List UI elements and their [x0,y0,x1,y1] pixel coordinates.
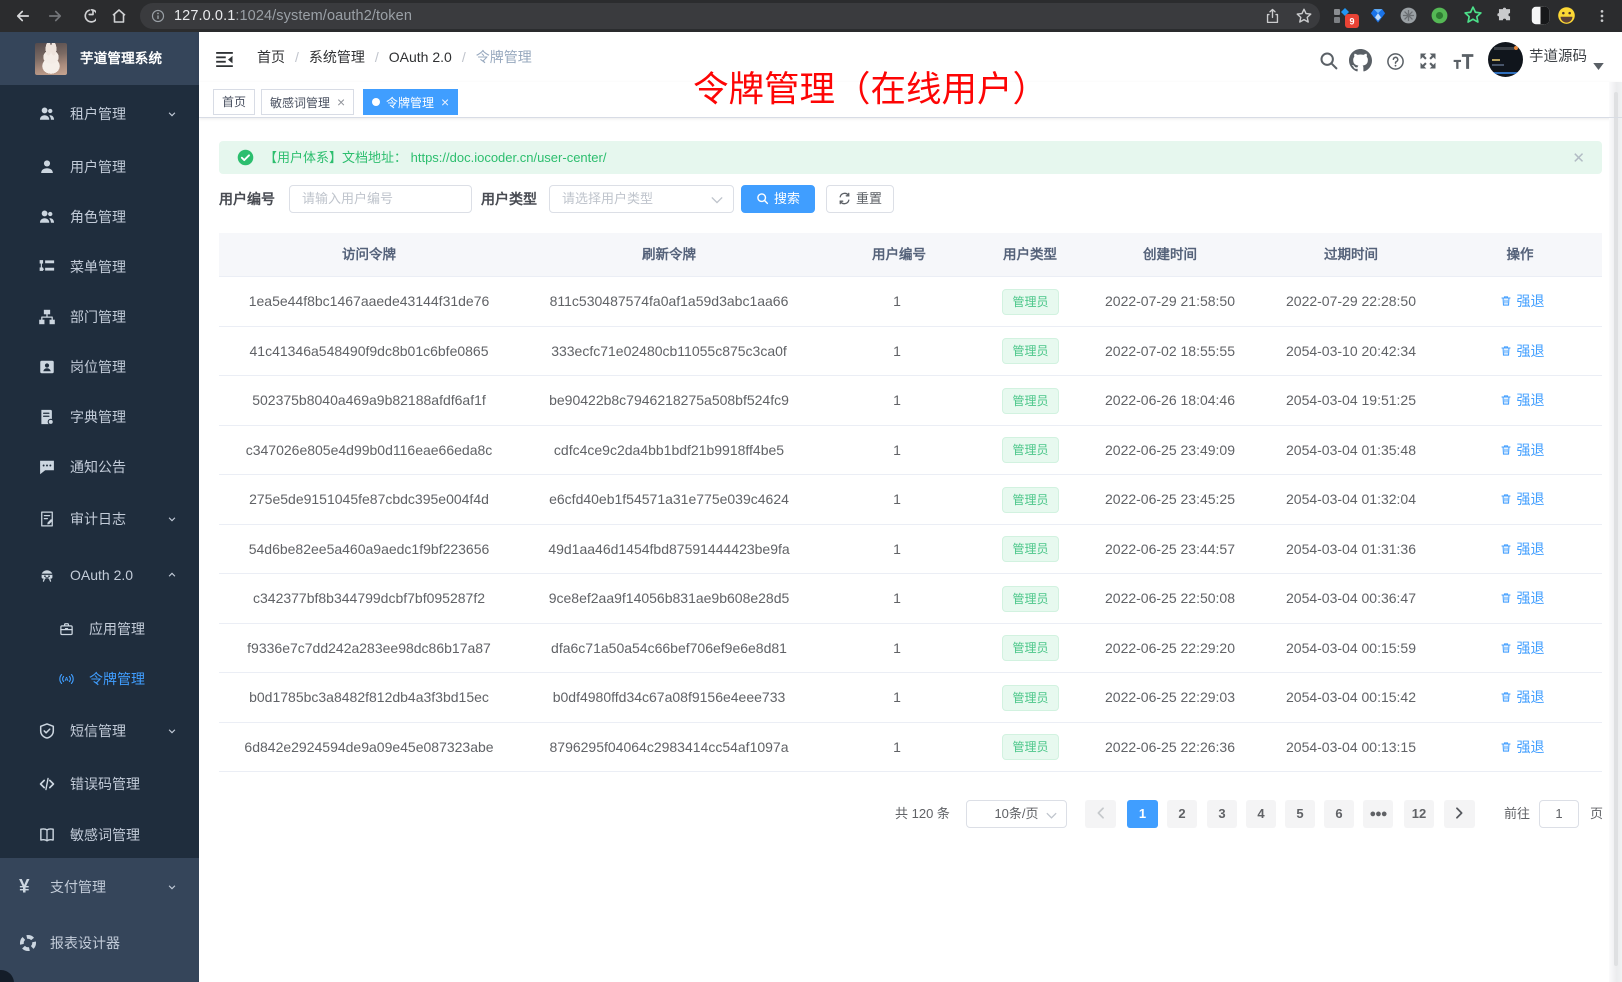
svg-text:9: 9 [1349,17,1354,27]
svg-text:A: A [64,677,68,683]
